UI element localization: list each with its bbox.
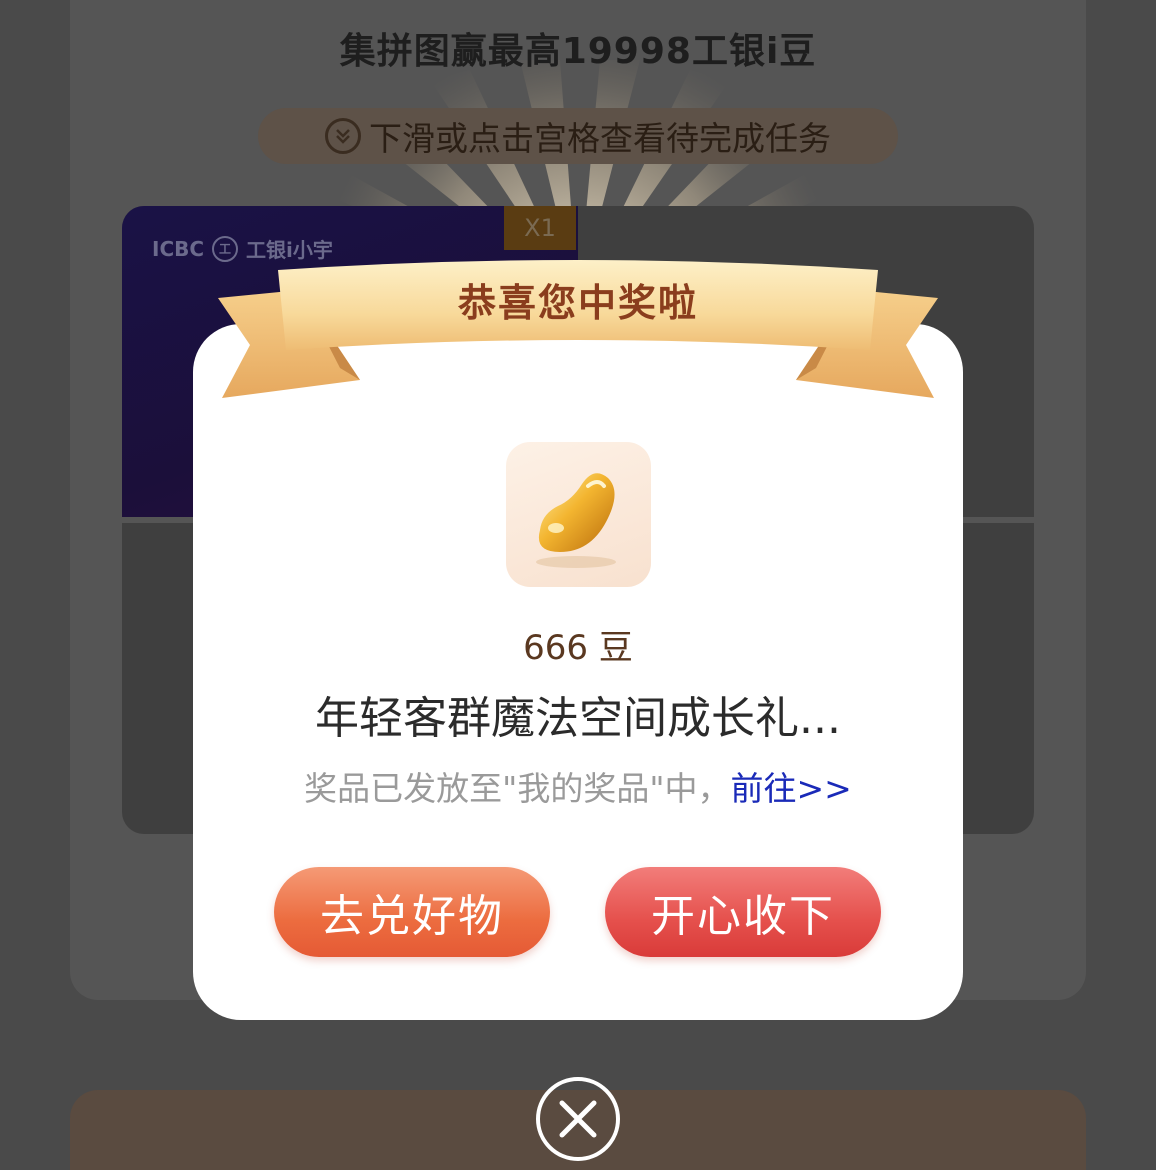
page-title: 集拼图赢最高19998工银i豆 [339, 31, 817, 72]
prize-name: 年轻客群魔法空间成长礼... [315, 693, 841, 744]
icbc-logo: ICBC 工 工银i小宇 [152, 234, 333, 263]
chevron-double-down-icon [325, 118, 361, 154]
scroll-hint-label: 下滑或点击宫格查看待完成任务 [369, 119, 831, 158]
count-badge: X1 [504, 206, 576, 250]
close-icon[interactable] [536, 1077, 620, 1161]
golden-bean-icon [506, 442, 651, 587]
accept-button[interactable]: 开心收下 [605, 867, 881, 957]
exchange-goods-button[interactable]: 去兑好物 [274, 867, 550, 957]
icbc-logo-sub: 工银i小宇 [246, 238, 333, 262]
modal-title: 恭喜您中奖啦 [457, 281, 698, 325]
prize-amount: 666 豆 [523, 628, 633, 668]
scroll-hint[interactable]: 下滑或点击宫格查看待完成任务 [258, 108, 898, 164]
prize-note-text: 奖品已发放至"我的奖品"中， [304, 769, 731, 808]
icbc-logo-icon: 工 [212, 235, 239, 262]
my-prizes-link[interactable]: 前往>> [731, 769, 852, 808]
icbc-logo-text: ICBC [152, 236, 205, 261]
prize-note: 奖品已发放至"我的奖品"中，前往>> [0, 762, 1156, 810]
